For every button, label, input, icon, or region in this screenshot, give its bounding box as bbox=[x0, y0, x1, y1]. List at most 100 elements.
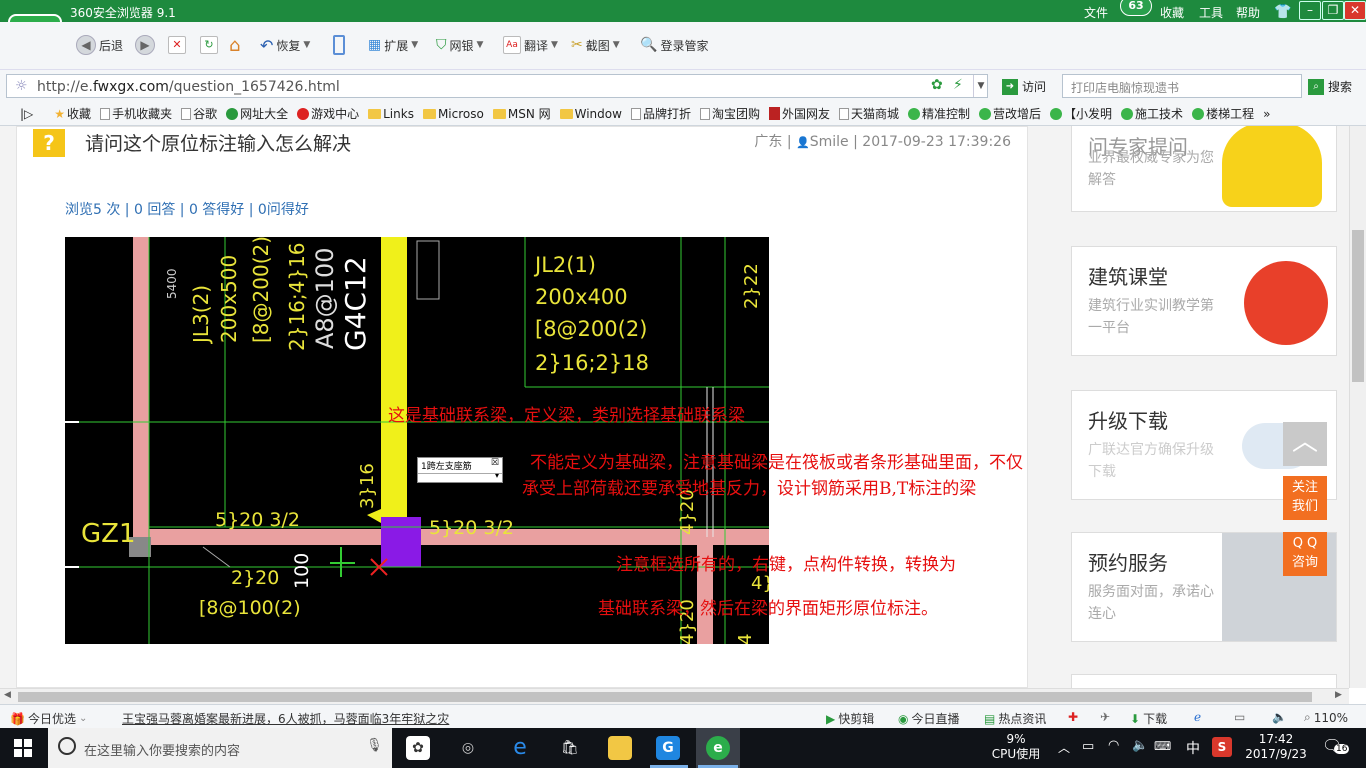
notification-center-icon[interactable]: 🗨 16 bbox=[1322, 736, 1350, 760]
bookmark-games[interactable]: 游戏中心 bbox=[297, 105, 359, 122]
bookmark-msn[interactable]: MSN 网 bbox=[492, 105, 551, 122]
more-bookmarks-icon[interactable]: » bbox=[1263, 107, 1270, 121]
live-button[interactable]: ◉ 今日直播 bbox=[898, 710, 960, 727]
mobile-button[interactable] bbox=[333, 34, 345, 56]
bookmark-windows[interactable]: Window bbox=[559, 107, 622, 121]
minimize-button[interactable]: – bbox=[1299, 1, 1321, 20]
keyboard-icon[interactable]: ⌨ bbox=[1154, 739, 1171, 753]
address-bar[interactable]: ☼ http://e.fwxgx.com/question_1657426.ht… bbox=[6, 74, 988, 98]
forward-button[interactable]: ▶ bbox=[135, 34, 155, 56]
cpu-meter[interactable]: 9% CPU使用 bbox=[990, 732, 1042, 762]
sidebar-card-expert[interactable]: 问专家提问 业界最权威专家为您解答 bbox=[1071, 126, 1337, 212]
login-manager-button[interactable]: 🔍 登录管家 bbox=[640, 34, 708, 56]
address-dropdown-icon[interactable]: ▼ bbox=[973, 75, 988, 97]
bookmark-google[interactable]: 谷歌 bbox=[181, 105, 217, 122]
bookmark-tmall[interactable]: 天猫商城 bbox=[838, 105, 899, 122]
bookmark-vat[interactable]: 营改增后 bbox=[979, 105, 1041, 122]
volume-icon[interactable]: 🔈 bbox=[1272, 710, 1287, 724]
window-icon[interactable]: ▭ bbox=[1234, 710, 1245, 724]
sidebar-toggle-icon[interactable]: |▷ bbox=[20, 107, 33, 121]
maximize-button[interactable]: ❐ bbox=[1322, 1, 1344, 20]
wechat-icon bbox=[979, 107, 992, 120]
notification-badge[interactable]: 63 bbox=[1120, 0, 1152, 16]
sidebar-card-classroom[interactable]: 建筑课堂 建筑行业实训教学第一平台 bbox=[1071, 246, 1337, 356]
360-browser-icon[interactable]: e bbox=[706, 736, 730, 760]
translate-button[interactable]: Aa 翻译 ▼ bbox=[503, 34, 558, 56]
bank-button[interactable]: ⛉ 网银 ▼ bbox=[436, 34, 483, 56]
menu-help[interactable]: 帮助 bbox=[1236, 4, 1260, 21]
security-check-icon[interactable]: ✿ bbox=[931, 77, 943, 93]
back-button[interactable]: ◀ 后退 bbox=[76, 34, 123, 56]
bookmark-brand[interactable]: 品牌打折 bbox=[630, 105, 691, 122]
sogou-icon[interactable]: S bbox=[1212, 737, 1232, 757]
bookmark-hao[interactable]: 网址大全 bbox=[226, 105, 288, 122]
edge-icon[interactable]: e bbox=[508, 736, 532, 760]
bookmark-foreign[interactable]: 外国网友 bbox=[768, 105, 830, 122]
download-arrow-icon: ⬇ bbox=[1130, 711, 1141, 726]
security-icon[interactable]: ✚ bbox=[1068, 710, 1078, 724]
bookmark-links[interactable]: Links bbox=[368, 107, 414, 121]
folder-icon bbox=[368, 108, 382, 119]
microphone-icon[interactable]: 🎙 bbox=[366, 738, 383, 753]
today-picks-label: 今日优选 bbox=[27, 712, 76, 726]
vertical-scrollbar[interactable] bbox=[1349, 126, 1366, 688]
clock-time: 17:42 bbox=[1258, 732, 1294, 746]
today-picks[interactable]: 🎁 今日优选 ⌄ bbox=[10, 710, 87, 727]
clock[interactable]: 17:42 2017/9/23 bbox=[1236, 732, 1316, 762]
vertical-scroll-thumb[interactable] bbox=[1352, 230, 1364, 382]
download-button[interactable]: ⬇ 下载 bbox=[1130, 710, 1167, 727]
chevron-up-icon[interactable]: ︿ bbox=[1058, 739, 1070, 756]
horizontal-scroll-thumb[interactable] bbox=[18, 692, 1312, 702]
zoom-control[interactable]: ⌕ 110% bbox=[1304, 710, 1348, 725]
bookmark-precise[interactable]: 精准控制 bbox=[908, 105, 970, 122]
go-button[interactable]: ➜ 访问 bbox=[1002, 78, 1046, 95]
menu-file[interactable]: 文件 bbox=[1084, 4, 1108, 21]
bookmark-microsoft[interactable]: Microso bbox=[422, 107, 484, 121]
volume-icon[interactable]: 🔈 bbox=[1132, 738, 1148, 753]
search-input[interactable]: 打印店电脑惊现遗书 bbox=[1062, 74, 1302, 98]
close-button[interactable]: ✕ bbox=[1344, 1, 1366, 20]
news-ticker-link[interactable]: 王宝强马蓉离婚案最新进展，6人被抓，马蓉面临3年牢狱之灾 bbox=[122, 710, 449, 727]
extend-button[interactable]: ▦ 扩展 ▼ bbox=[368, 34, 418, 56]
wifi-icon[interactable]: ◠ bbox=[1108, 738, 1119, 753]
folder-icon bbox=[422, 108, 436, 119]
pin-icon[interactable]: ✈ bbox=[1100, 710, 1110, 724]
windows-start-icon[interactable] bbox=[14, 739, 32, 757]
bookmark-favorites[interactable]: ★ 收藏 bbox=[54, 105, 91, 122]
shirt-icon[interactable]: 👕 bbox=[1274, 4, 1291, 20]
glodon-icon[interactable]: G bbox=[656, 736, 680, 760]
ie-icon[interactable]: ℯ bbox=[1194, 710, 1201, 724]
quick-clip-button[interactable]: ▶ 快剪辑 bbox=[826, 710, 874, 727]
home-button[interactable]: ⌂ bbox=[229, 34, 240, 56]
store-icon[interactable]: 🛍 bbox=[558, 736, 582, 760]
menu-favorites[interactable]: 收藏 bbox=[1160, 4, 1184, 21]
restore-button[interactable]: ↶ 恢复 ▼ bbox=[260, 34, 310, 56]
menu-tools[interactable]: 工具 bbox=[1199, 4, 1223, 21]
bookmark-invention[interactable]: 【小发明 bbox=[1050, 105, 1112, 122]
bookmark-mobile[interactable]: 手机收藏夹 bbox=[100, 105, 172, 122]
horizontal-scrollbar[interactable]: ◀ ▶ bbox=[0, 688, 1349, 704]
app-icon[interactable]: ◎ bbox=[456, 736, 480, 760]
screenshot-button[interactable]: ✂ 截图 ▼ bbox=[571, 34, 620, 56]
qq-consult-button[interactable]: Q Q 咨询 bbox=[1283, 532, 1327, 576]
taskbar-search-input[interactable]: 在这里输入你要搜索的内容 🎙 bbox=[48, 728, 392, 768]
refresh-button[interactable]: ↻ bbox=[200, 34, 218, 56]
bookmark-stairs[interactable]: 楼梯工程 bbox=[1192, 105, 1254, 122]
question-user[interactable]: Smile bbox=[810, 134, 849, 150]
back-to-top-icon[interactable]: ︿ bbox=[1283, 422, 1327, 466]
scroll-left-icon[interactable]: ◀ bbox=[4, 690, 11, 700]
scroll-right-icon[interactable]: ▶ bbox=[1335, 690, 1342, 700]
lightning-icon[interactable]: ⚡ bbox=[953, 77, 963, 93]
bookmark-taobao[interactable]: 淘宝团购 bbox=[699, 105, 760, 122]
battery-icon[interactable]: ▭ bbox=[1082, 739, 1094, 754]
stop-button[interactable]: ✕ bbox=[168, 34, 186, 56]
cad-label: GZ1 bbox=[81, 519, 136, 549]
follow-us-button[interactable]: 关注我们 bbox=[1283, 476, 1327, 520]
ime-indicator[interactable]: 中 bbox=[1186, 738, 1200, 758]
url-text[interactable]: http://e.fwxgx.com/question_1657426.html bbox=[37, 79, 340, 95]
task-view-icon[interactable]: ✿ bbox=[406, 736, 430, 760]
file-explorer-icon[interactable] bbox=[608, 736, 632, 760]
bookmark-construction[interactable]: 施工技术 bbox=[1121, 105, 1183, 122]
hot-news-button[interactable]: ▤ 热点资讯 bbox=[984, 710, 1046, 727]
search-button[interactable]: ⌕ 搜索 bbox=[1308, 78, 1352, 95]
